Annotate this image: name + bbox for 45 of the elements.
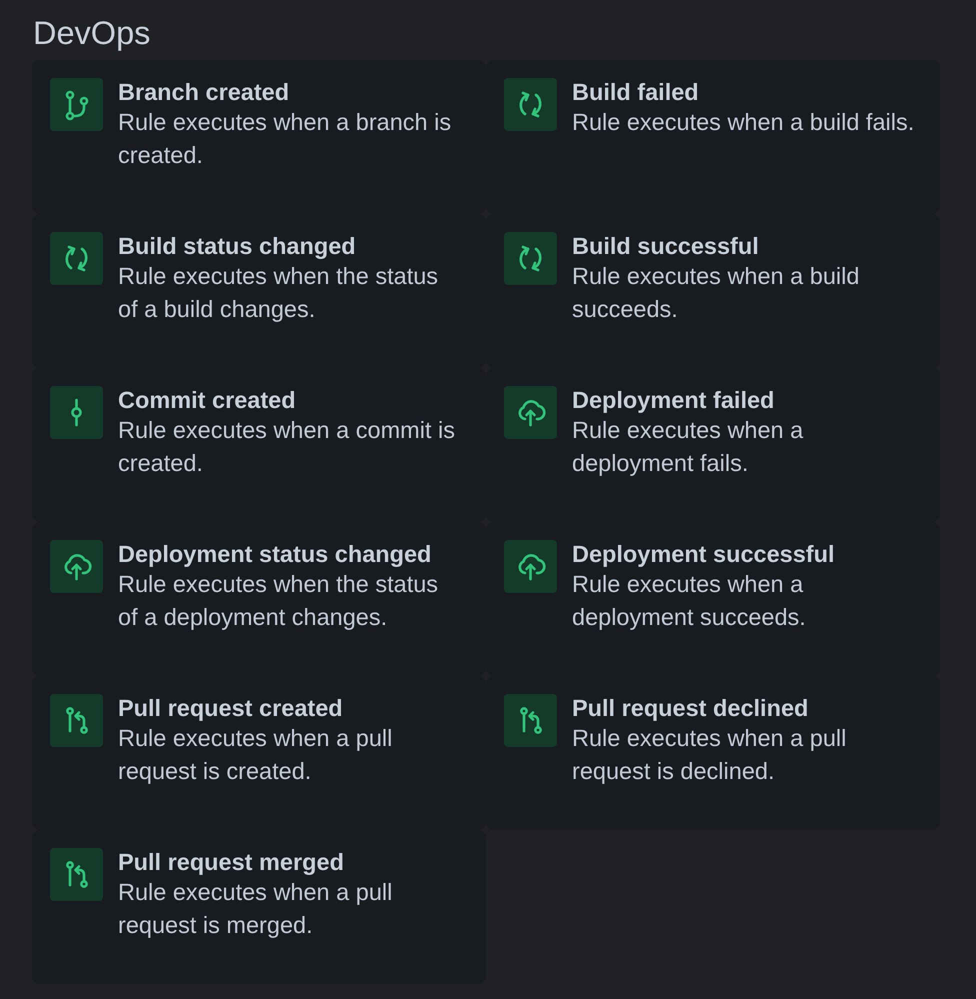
trigger-title: Branch created — [118, 78, 290, 106]
trigger-card[interactable]: Pull request created Rule executes when a pull request is created. — [32, 676, 486, 830]
trigger-card[interactable]: Deployment failed Rule executes when a deployment fails. — [486, 368, 940, 522]
trigger-card[interactable]: Deployment status changed Rule executes when the status of a deployment changes. — [32, 522, 486, 676]
trigger-title: Deployment successful — [572, 540, 836, 568]
trigger-description: Rule executes when a deployment succeeds. — [572, 570, 807, 632]
cloud-upload-icon — [504, 540, 557, 593]
trigger-title: Build successful — [572, 232, 760, 260]
trigger-description: Rule executes when a branch is created. — [118, 108, 452, 170]
trigger-title: Pull request merged — [118, 848, 345, 876]
trigger-description: Rule executes when a pull request is created. — [118, 724, 394, 786]
trigger-description: Rule executes when a build fails. — [572, 108, 916, 137]
branch-icon — [50, 78, 103, 131]
refresh-icon — [504, 78, 557, 131]
trigger-card[interactable]: Build status changed Rule executes when the status of a build changes. — [32, 214, 486, 368]
pull-request-icon — [50, 848, 103, 901]
trigger-title: Build failed — [572, 78, 700, 106]
trigger-description: Rule executes when the status of a build changes. — [118, 262, 440, 324]
trigger-title: Build status changed — [118, 232, 357, 260]
trigger-description: Rule executes when a build succeeds. — [572, 262, 860, 324]
trigger-title: Deployment status changed — [118, 540, 432, 568]
trigger-card[interactable]: Commit created Rule executes when a commit is created. — [32, 368, 486, 522]
commit-icon — [50, 386, 103, 439]
section-title: DevOps — [33, 14, 150, 53]
trigger-description: Rule executes when a deployment fails. — [572, 416, 804, 478]
trigger-card[interactable]: Branch created Rule executes when a branch is created. — [32, 60, 486, 214]
trigger-card[interactable]: Deployment successful Rule executes when a deployment succeeds. — [486, 522, 940, 676]
trigger-description: Rule executes when the status of a deployment changes. — [118, 570, 440, 632]
pull-request-icon — [504, 694, 557, 747]
pull-request-icon — [50, 694, 103, 747]
refresh-icon — [50, 232, 103, 285]
trigger-title: Pull request declined — [572, 694, 810, 722]
trigger-title: Deployment failed — [572, 386, 776, 414]
trigger-card[interactable]: Pull request merged Rule executes when a pull request is merged. — [32, 830, 486, 984]
trigger-card[interactable]: Build failed Rule executes when a build fails. — [486, 60, 940, 214]
cloud-upload-icon — [50, 540, 103, 593]
trigger-description: Rule executes when a pull request is merged. — [118, 878, 394, 940]
trigger-title: Pull request created — [118, 694, 344, 722]
refresh-icon — [504, 232, 557, 285]
trigger-description: Rule executes when a pull request is declined. — [572, 724, 848, 786]
trigger-card[interactable]: Build successful Rule executes when a build succeeds. — [486, 214, 940, 368]
trigger-title: Commit created — [118, 386, 297, 414]
cloud-upload-icon — [504, 386, 557, 439]
trigger-card[interactable]: Pull request declined Rule executes when a pull request is declined. — [486, 676, 940, 830]
trigger-description: Rule executes when a commit is created. — [118, 416, 456, 478]
